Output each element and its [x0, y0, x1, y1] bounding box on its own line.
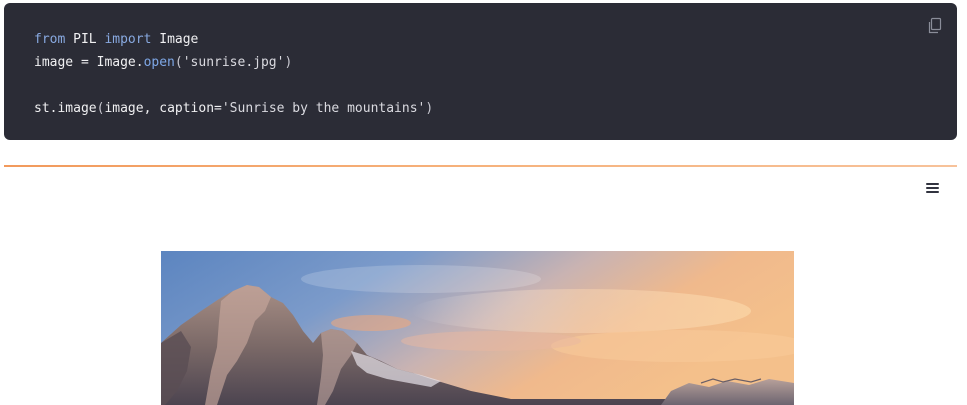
keyword-from: from — [34, 32, 66, 47]
caption-string: 'Sunrise by the mountains' — [221, 101, 426, 116]
code-line-4: st.image(image, caption='Sunrise by the … — [34, 97, 433, 120]
code-line-1: from PIL import Image — [34, 28, 433, 51]
copy-button[interactable] — [927, 17, 943, 35]
sunrise-image — [161, 251, 794, 405]
copy-icon — [928, 17, 942, 34]
string-arg: 'sunrise.jpg' — [182, 55, 285, 70]
hamburger-menu-icon — [926, 191, 939, 193]
hamburger-menu-icon — [926, 183, 939, 185]
close-paren: ) — [284, 55, 293, 70]
code-content: from PIL import Image image = Image.open(… — [34, 28, 433, 120]
hamburger-menu-button[interactable] — [925, 181, 941, 195]
code-block: from PIL import Image image = Image.open(… — [4, 3, 957, 140]
module-name: PIL — [65, 32, 105, 47]
call-object: st.image — [34, 101, 97, 116]
call-args: image, caption= — [104, 101, 222, 116]
import-name: Image — [151, 32, 199, 47]
app-preview — [4, 167, 957, 405]
open-paren: ( — [174, 55, 183, 70]
method-name: open — [143, 55, 175, 70]
code-line-2: image = Image.open('sunrise.jpg') — [34, 51, 433, 74]
close-paren: ) — [425, 101, 434, 116]
sunrise-mountain-photo — [161, 251, 794, 405]
hamburger-menu-icon — [926, 187, 939, 189]
keyword-import: import — [104, 32, 152, 47]
assign-text: image = Image. — [34, 55, 144, 70]
